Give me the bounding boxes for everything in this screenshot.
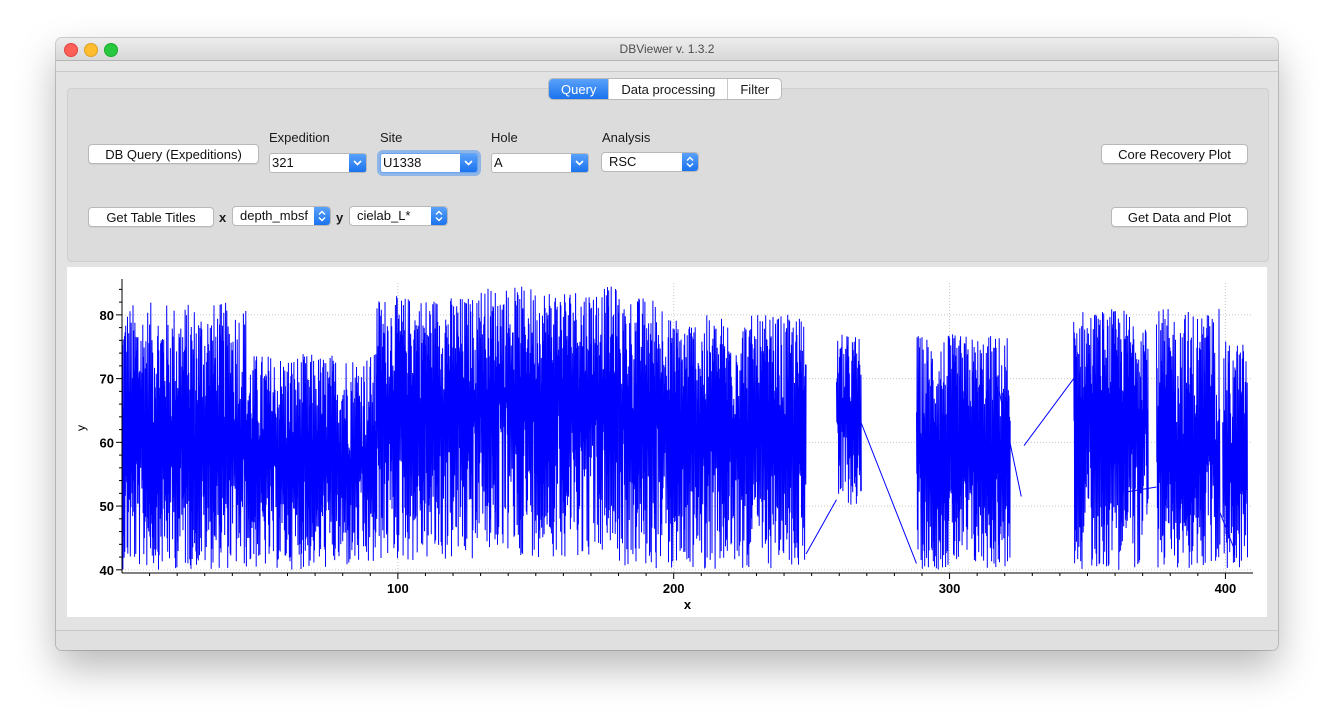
series-connector bbox=[1023, 378, 1075, 446]
x-column-value: depth_mbsf bbox=[240, 208, 308, 223]
window-title: DBViewer v. 1.3.2 bbox=[619, 42, 715, 56]
y-tick-label: 50 bbox=[100, 499, 114, 514]
series-line-segment bbox=[375, 296, 482, 561]
analysis-label: Analysis bbox=[602, 130, 651, 145]
expedition-value: 321 bbox=[272, 155, 294, 170]
analysis-value: RSC bbox=[609, 154, 637, 169]
title-bar: DBViewer v. 1.3.2 bbox=[56, 38, 1278, 61]
x-tick-label: 300 bbox=[939, 581, 961, 596]
toolbar-strip bbox=[56, 61, 1278, 72]
series-connector bbox=[860, 423, 917, 564]
site-combo[interactable]: U1338 bbox=[380, 153, 478, 173]
x-column-popup[interactable]: depth_mbsf bbox=[232, 206, 331, 226]
get-data-and-plot-button[interactable]: Get Data and Plot bbox=[1111, 207, 1248, 227]
series-line-segment bbox=[1222, 341, 1248, 568]
x-axis-select-label: x bbox=[219, 210, 227, 225]
y-tick-label: 60 bbox=[100, 435, 114, 450]
line-chart: 100 200 300 400 40 50 60 70 80 x y bbox=[74, 279, 1253, 612]
series-line-segment bbox=[662, 314, 807, 569]
core-recovery-plot-button[interactable]: Core Recovery Plot bbox=[1101, 144, 1248, 164]
expedition-combo[interactable]: 321 bbox=[269, 153, 367, 173]
y-axis-label: y bbox=[74, 425, 88, 431]
chevron-down-icon bbox=[460, 154, 477, 172]
tab-query[interactable]: Query bbox=[549, 79, 610, 99]
db-query-button[interactable]: DB Query (Expeditions) bbox=[88, 144, 259, 164]
site-value: U1338 bbox=[383, 155, 422, 170]
series-line-segment bbox=[480, 286, 619, 558]
get-table-titles-button[interactable]: Get Table Titles bbox=[88, 207, 214, 227]
site-label: Site bbox=[380, 130, 403, 145]
updown-arrows-icon bbox=[431, 207, 447, 225]
analysis-popup[interactable]: RSC bbox=[601, 152, 699, 172]
updown-arrows-icon bbox=[682, 153, 698, 171]
x-tick-label: 100 bbox=[387, 581, 409, 596]
plot-canvas[interactable]: 100 200 300 400 40 50 60 70 80 x y bbox=[67, 267, 1267, 617]
hole-label: Hole bbox=[491, 130, 518, 145]
status-bar bbox=[56, 630, 1278, 650]
series-line-segment bbox=[836, 334, 862, 505]
series-line-segment bbox=[121, 302, 247, 570]
series-line-segment bbox=[618, 298, 664, 569]
expedition-label: Expedition bbox=[269, 130, 330, 145]
chevron-down-icon bbox=[349, 154, 366, 172]
chevron-down-icon bbox=[571, 154, 588, 172]
tab-data-processing[interactable]: Data processing bbox=[609, 79, 729, 99]
y-column-value: cielab_L* bbox=[357, 208, 411, 223]
y-column-popup[interactable]: cielab_L* bbox=[349, 206, 448, 226]
series-line-segment bbox=[245, 354, 377, 570]
y-tick-label: 40 bbox=[100, 563, 114, 578]
y-tick-label: 80 bbox=[100, 308, 114, 323]
app-window: DBViewer v. 1.3.2 Query Data processing … bbox=[56, 38, 1278, 650]
y-axis-select-label: y bbox=[336, 210, 344, 225]
hole-value: A bbox=[494, 155, 503, 170]
hole-combo[interactable]: A bbox=[491, 153, 589, 173]
x-tick-label: 400 bbox=[1215, 581, 1237, 596]
series-line-segment bbox=[916, 334, 1011, 570]
query-panel: DB Query (Expeditions) Expedition 321 Si… bbox=[67, 88, 1269, 262]
tab-bar: Query Data processing Filter bbox=[548, 78, 783, 100]
tab-filter[interactable]: Filter bbox=[728, 79, 781, 99]
series-connector bbox=[805, 499, 837, 555]
series-line-segment bbox=[1156, 308, 1221, 568]
y-tick-label: 70 bbox=[100, 372, 114, 387]
series-line-segment bbox=[1073, 309, 1149, 570]
x-tick-label: 200 bbox=[663, 581, 685, 596]
updown-arrows-icon bbox=[314, 207, 330, 225]
x-axis-label: x bbox=[684, 597, 692, 612]
